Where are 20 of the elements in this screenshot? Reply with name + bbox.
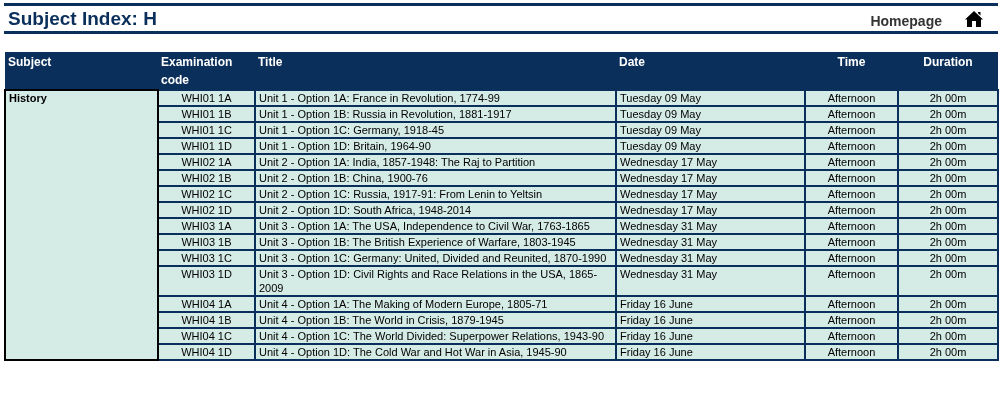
table-cell: Unit 3 - Option 1D: Civil Rights and Race Relations in the USA, 1865-2009 bbox=[255, 266, 616, 296]
subject-cell: History bbox=[5, 90, 158, 360]
column-header: Duration bbox=[898, 52, 998, 90]
page-title: Subject Index: H bbox=[8, 9, 157, 28]
table-cell: Afternoon bbox=[805, 90, 898, 106]
column-header: Date bbox=[616, 52, 805, 90]
table-cell: WHI03 1D bbox=[158, 266, 255, 296]
column-header: Title bbox=[255, 52, 616, 90]
table-cell: 2h 00m bbox=[898, 90, 998, 106]
column-header: Examination code bbox=[158, 52, 255, 90]
column-header: Subject bbox=[5, 52, 158, 90]
home-icon[interactable] bbox=[964, 9, 984, 28]
table-cell: Tuesday 09 May bbox=[616, 90, 805, 106]
homepage-link[interactable]: Homepage bbox=[870, 11, 942, 32]
table-cell: Afternoon bbox=[805, 266, 898, 296]
table-cell: WHI01 1A bbox=[158, 90, 255, 106]
column-header: Time bbox=[805, 52, 898, 90]
table-cell: 2h 00m bbox=[898, 266, 998, 296]
table-cell: Unit 1 - Option 1A: France in Revolution, 1774-99 bbox=[255, 90, 616, 106]
table-cell: Wednesday 31 May bbox=[616, 266, 805, 296]
